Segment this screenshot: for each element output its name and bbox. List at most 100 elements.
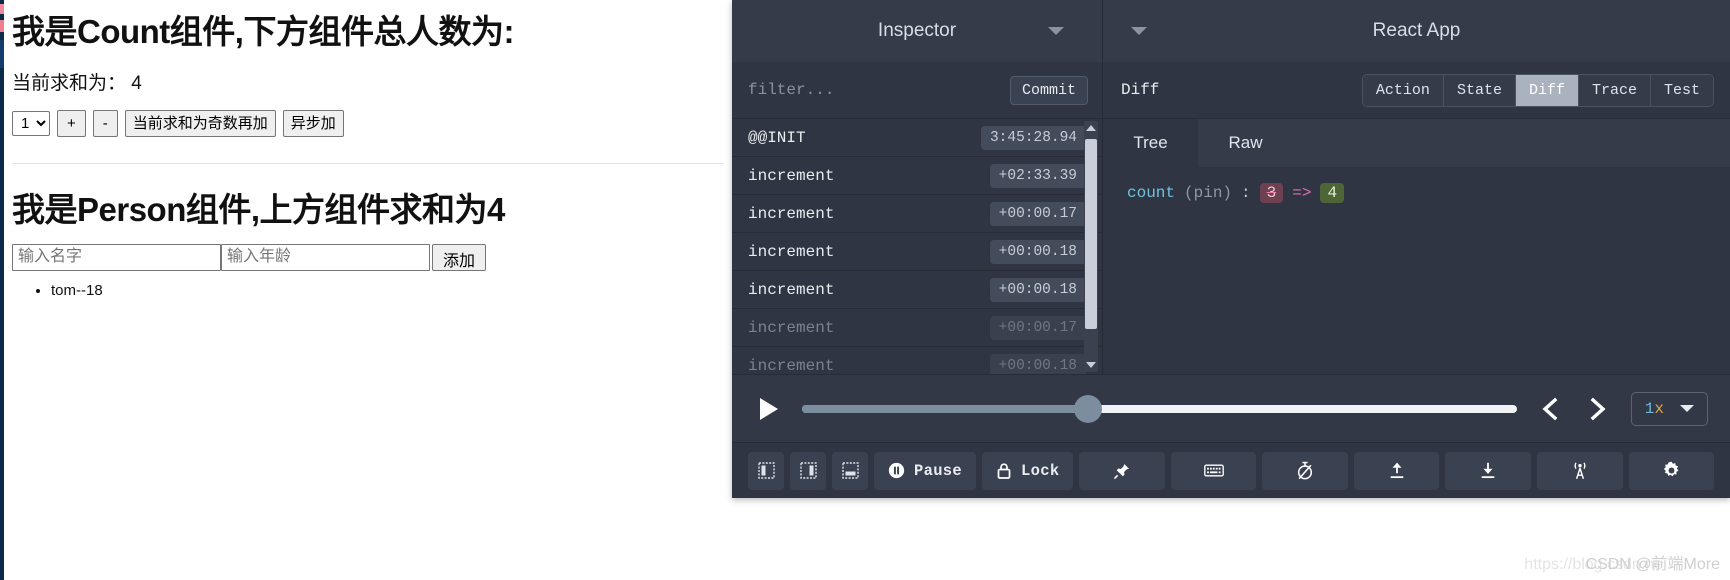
tab-trace[interactable]: Trace (1578, 74, 1651, 106)
table-row[interactable]: increment +00:00.17 (732, 195, 1102, 233)
tab-action[interactable]: Action (1362, 74, 1444, 106)
diff-new-value: 4 (1320, 183, 1345, 203)
inspector-mode-label: Diff (1121, 81, 1160, 99)
devtools-columns: Inspector Commit @@INIT 3:45:28.94 incre… (732, 0, 1730, 374)
keyboard-shortcuts-button[interactable] (1170, 451, 1257, 490)
timeline-slider[interactable] (802, 394, 1517, 424)
layout-right-icon (799, 462, 817, 479)
slider-fill (802, 404, 1088, 413)
chevron-down-icon[interactable] (1048, 27, 1064, 35)
scrollbar-thumb[interactable] (1085, 139, 1097, 329)
play-button[interactable] (754, 394, 784, 424)
increment-if-odd-button[interactable]: 当前求和为奇数再加 (124, 110, 276, 138)
layout-left-icon (757, 462, 775, 479)
lock-button[interactable]: Lock (982, 451, 1074, 490)
inspector-title: Inspector (877, 20, 957, 41)
action-timestamp: +00:00.17 (989, 315, 1086, 340)
action-name: increment (748, 318, 835, 337)
diff-colon: : (1241, 184, 1251, 202)
tab-diff[interactable]: Diff (1515, 74, 1579, 106)
screen: 我是Count组件,下方组件总人数为: 当前求和为： 4 1 2 3 + - 当… (0, 0, 1730, 580)
action-list-scrollbar[interactable] (1084, 121, 1098, 372)
diff-key: count (1127, 184, 1176, 202)
layout-bottom-icon (841, 462, 859, 479)
pin-button[interactable] (1079, 451, 1165, 490)
disable-timer-button[interactable] (1262, 451, 1348, 490)
action-timestamp: +02:33.39 (989, 163, 1086, 188)
step-select[interactable]: 1 2 3 (12, 111, 50, 137)
count-heading: 我是Count组件,下方组件总人数为: (12, 13, 514, 50)
monitor-column: React App Diff Action State Diff Trace T… (1102, 0, 1730, 374)
chevron-left-icon (1542, 397, 1558, 420)
table-row[interactable]: increment +00:00.18 (732, 347, 1102, 374)
layout-bottom-button[interactable] (832, 451, 868, 490)
diff-content: count (pin) : 3 => 4 (1103, 167, 1730, 374)
watermark-tag: CSDN @前端More (1585, 556, 1720, 573)
increment-async-button[interactable]: 异步加 (282, 110, 344, 138)
table-row[interactable]: @@INIT 3:45:28.94 (732, 119, 1102, 157)
table-row[interactable]: increment +00:00.18 (732, 233, 1102, 271)
list-item: tom--18 (51, 280, 724, 303)
layout-left-button[interactable] (748, 451, 784, 490)
slider-thumb[interactable] (1073, 394, 1102, 423)
action-name: increment (748, 204, 835, 223)
table-row[interactable]: increment +00:00.17 (732, 309, 1102, 347)
app-title-bar: React App (1103, 0, 1730, 62)
playback-speed-select[interactable]: 1x (1630, 391, 1708, 426)
play-icon (760, 397, 778, 420)
filter-input[interactable] (746, 80, 1010, 100)
action-name: increment (748, 356, 835, 375)
table-row[interactable]: increment +02:33.39 (732, 157, 1102, 195)
table-row[interactable]: increment +00:00.18 (732, 271, 1102, 309)
step-forward-button[interactable] (1583, 394, 1613, 424)
watermark: https://blog.csdn.ne CSDN @前端More (1524, 550, 1720, 574)
action-name: @@INIT (748, 128, 806, 147)
broadcast-icon (1574, 461, 1586, 479)
tab-test[interactable]: Test (1650, 74, 1713, 106)
keyboard-icon (1203, 464, 1224, 477)
layout-right-button[interactable] (790, 451, 826, 490)
lock-label: Lock (1021, 461, 1060, 480)
lock-icon (997, 462, 1011, 479)
age-input[interactable] (221, 243, 430, 271)
chevron-down-icon[interactable] (1131, 27, 1147, 35)
react-app-page: 我是Count组件,下方组件总人数为: 当前求和为： 4 1 2 3 + - 当… (4, 0, 732, 580)
name-input[interactable] (12, 243, 221, 271)
diff-pin-label: (pin) (1184, 184, 1233, 202)
decrement-button[interactable]: - (92, 110, 118, 138)
diff-subtabs: Tree Raw (1103, 119, 1730, 167)
pause-icon (888, 462, 905, 479)
devtools-toolbar: Pause Lock (732, 442, 1730, 498)
person-list: tom--18 (12, 280, 724, 303)
pause-button[interactable]: Pause (874, 451, 977, 490)
redux-devtools-panel: Inspector Commit @@INIT 3:45:28.94 incre… (732, 0, 1730, 498)
add-person-button[interactable]: 添加 (432, 243, 487, 271)
action-timestamp: +00:00.17 (989, 201, 1086, 226)
action-list: @@INIT 3:45:28.94 increment +02:33.39 in… (732, 119, 1102, 374)
import-button[interactable] (1353, 451, 1440, 490)
commit-button[interactable]: Commit (1009, 75, 1088, 105)
chevron-down-icon[interactable] (1680, 405, 1694, 412)
scroll-up-icon[interactable] (1086, 125, 1096, 131)
download-icon (1481, 462, 1495, 479)
pin-icon (1114, 463, 1130, 479)
export-button[interactable] (1445, 451, 1531, 490)
gear-icon (1663, 461, 1679, 477)
scroll-down-icon[interactable] (1086, 362, 1096, 368)
action-timestamp: +00:00.18 (989, 277, 1086, 302)
diff-arrow: => (1292, 184, 1312, 202)
person-heading: 我是Person组件,上方组件求和为4 (12, 191, 505, 229)
remote-connect-button[interactable] (1537, 451, 1623, 490)
pause-label: Pause (914, 461, 963, 480)
current-sum-label: 当前求和为： 4 (12, 73, 142, 95)
speed-suffix: x (1654, 399, 1664, 418)
increment-button[interactable]: + (57, 110, 86, 138)
subtab-raw[interactable]: Raw (1198, 119, 1293, 167)
action-timestamp: +00:00.18 (989, 353, 1086, 374)
inspector-column: Inspector Commit @@INIT 3:45:28.94 incre… (732, 0, 1102, 374)
tab-state[interactable]: State (1443, 74, 1516, 106)
subtab-tree[interactable]: Tree (1103, 119, 1198, 167)
filter-row: Commit (732, 62, 1102, 119)
step-back-button[interactable] (1535, 394, 1565, 424)
settings-button[interactable] (1628, 451, 1715, 490)
